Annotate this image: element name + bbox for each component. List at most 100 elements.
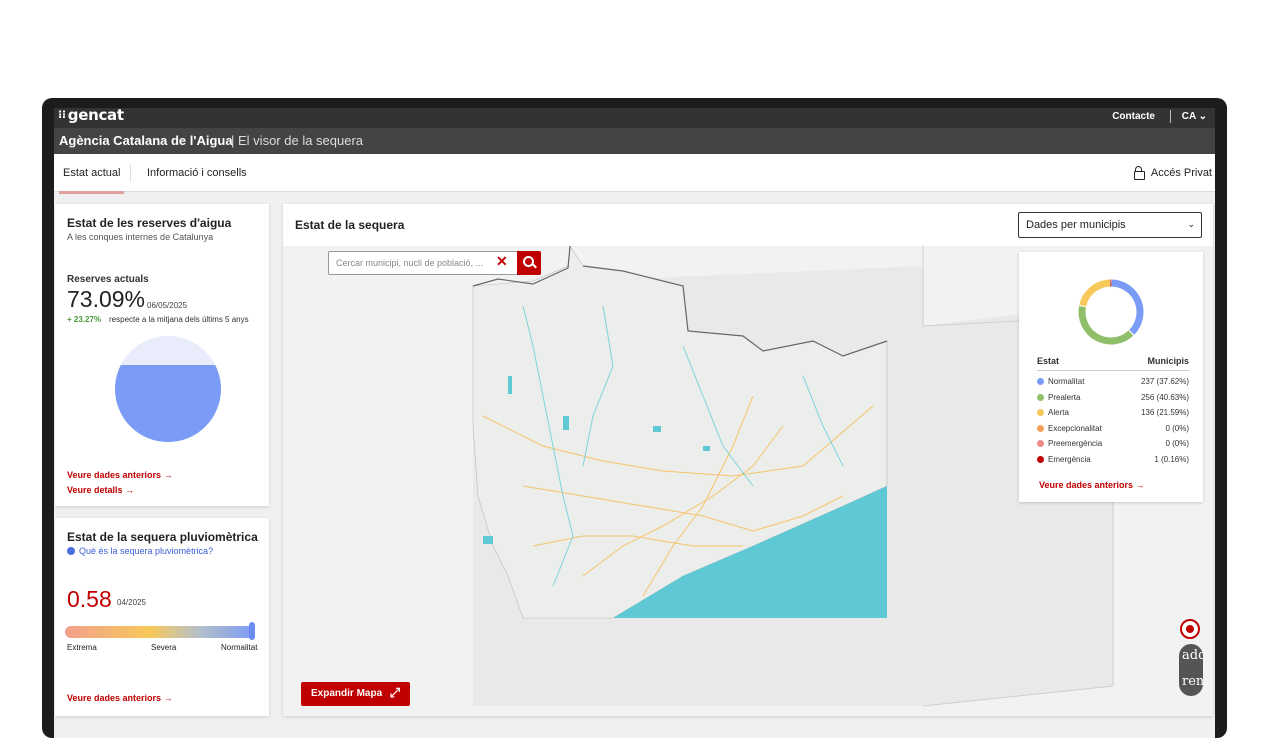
arrow-right-icon: → bbox=[1136, 480, 1145, 490]
title-bar: Agència Catalana de l'Aigua | El visor d… bbox=[54, 128, 1215, 154]
legend-divider bbox=[1037, 370, 1189, 371]
rain-drought-card: Estat de la sequera pluviomètrica Què és… bbox=[55, 518, 269, 716]
legend-row: Excepcionalitat 0 (0%) bbox=[1037, 423, 1189, 437]
legend-row: Emergència1 (0.16%) bbox=[1037, 454, 1189, 468]
language-label: CA bbox=[1182, 111, 1196, 122]
map-card: Estat de la sequera Dades per municipis ⌄ bbox=[283, 204, 1213, 716]
rain-scale-marker bbox=[249, 622, 255, 640]
legend-col-municipalities: Municipis bbox=[1147, 356, 1189, 366]
search-input[interactable]: Cercar municipi, nucli de població, ... bbox=[328, 251, 518, 275]
language-selector[interactable]: CA ⌄ bbox=[1182, 111, 1207, 122]
reserves-title: Estat de les reserves d'aigua bbox=[67, 216, 231, 230]
legend-panel: Estat Municipis Normalitat 237 (37.62%) Pr… bbox=[1019, 252, 1203, 502]
tab-informacio-consells[interactable]: Informació i consells bbox=[147, 167, 247, 179]
legend-dot bbox=[1037, 378, 1044, 385]
browser-screen: ⁝⁝gencat Contacte CA ⌄ Agència Catalana … bbox=[54, 108, 1215, 738]
reserves-subtitle: A les conques internes de Catalunya bbox=[67, 232, 213, 242]
title-separator: | bbox=[231, 133, 234, 148]
legend-name: Prealerta bbox=[1048, 393, 1080, 402]
reserves-previous-label: Veure dades anteriors bbox=[67, 470, 161, 480]
legend-col-state: Estat bbox=[1037, 356, 1059, 366]
reserves-water-fill bbox=[115, 365, 221, 442]
locate-me-button[interactable] bbox=[1180, 619, 1200, 639]
top-separator bbox=[1170, 110, 1171, 123]
donut-slice-alerta bbox=[1083, 283, 1110, 306]
state-donut-chart bbox=[1069, 270, 1153, 354]
legend-dot bbox=[1037, 425, 1044, 432]
legend-value: 256 (40.63%) bbox=[1141, 393, 1189, 402]
logo-text: gencat bbox=[68, 108, 124, 124]
legend-value: 0 (0%) bbox=[1165, 424, 1189, 433]
legend-previous-link[interactable]: Veure dades anteriors → bbox=[1039, 480, 1145, 490]
nav-separator bbox=[130, 164, 131, 182]
chevron-down-icon: ⌄ bbox=[1199, 111, 1207, 122]
search-button[interactable] bbox=[517, 251, 541, 275]
gencat-logo[interactable]: ⁝⁝gencat bbox=[58, 108, 124, 124]
legend-value: 237 (37.62%) bbox=[1141, 377, 1189, 386]
legend-name: Emergència bbox=[1048, 455, 1091, 464]
legend-name: Preemergència bbox=[1048, 439, 1102, 448]
map-area[interactable]: Cercar municipi, nucli de població, ... … bbox=[283, 246, 1213, 716]
legend-name: Alerta bbox=[1048, 408, 1069, 417]
map-title: Estat de la sequera bbox=[295, 218, 404, 232]
zoom-in-button[interactable]: add bbox=[1182, 648, 1203, 663]
reserves-change: + 23.27% bbox=[67, 315, 101, 324]
rain-previous-link[interactable]: Veure dades anteriors → bbox=[67, 693, 173, 703]
rain-info-label: Què és la sequera pluviomètrica? bbox=[79, 546, 213, 556]
data-type-select[interactable]: Dades per municipis ⌄ bbox=[1018, 212, 1202, 238]
arrow-right-icon: → bbox=[164, 693, 173, 703]
legend-dot bbox=[1037, 409, 1044, 416]
rain-previous-label: Veure dades anteriors bbox=[67, 693, 161, 703]
legend-name: Normalitat bbox=[1048, 377, 1084, 386]
rain-scale-mid: Severa bbox=[151, 643, 176, 652]
legend-row: Preemergència 0 (0%) bbox=[1037, 438, 1189, 452]
zoom-control: add remove bbox=[1179, 644, 1203, 696]
reserves-current-label: Reserves actuals bbox=[67, 274, 149, 285]
clear-search-icon[interactable]: ✕ bbox=[496, 254, 508, 268]
expand-map-label: Expandir Mapa bbox=[311, 688, 382, 699]
contact-link[interactable]: Contacte bbox=[1112, 111, 1155, 122]
legend-value: 136 (21.59%) bbox=[1141, 408, 1189, 417]
legend-value: 0 (0%) bbox=[1165, 439, 1189, 448]
expand-map-button[interactable]: Expandir Mapa ⤢ bbox=[301, 682, 410, 706]
arrow-right-icon: → bbox=[164, 470, 173, 480]
private-access-label: Accés Privat bbox=[1151, 167, 1212, 179]
legend-row: Prealerta 256 (40.63%) bbox=[1037, 392, 1189, 406]
rain-value: 0.58 bbox=[67, 586, 112, 613]
private-access-link[interactable]: Accés Privat bbox=[1134, 166, 1212, 179]
rain-date: 04/2025 bbox=[117, 598, 146, 607]
legend-row: Alerta 136 (21.59%) bbox=[1037, 407, 1189, 421]
app-title: | El visor de la sequera bbox=[231, 133, 363, 148]
agency-name[interactable]: Agència Catalana de l'Aigua bbox=[59, 133, 233, 148]
tab-estat-actual[interactable]: Estat actual bbox=[63, 167, 120, 179]
chevron-down-icon: ⌄ bbox=[1187, 219, 1195, 230]
reserves-change-desc: respecte a la mitjana dels últims 5 anys bbox=[109, 315, 249, 324]
reserves-gauge bbox=[115, 336, 221, 442]
donut-slice-normalitat bbox=[1112, 283, 1140, 332]
legend-name: Excepcionalitat bbox=[1048, 424, 1102, 433]
rain-title: Estat de la sequera pluviomètrica bbox=[67, 530, 258, 544]
select-value: Dades per municipis bbox=[1026, 219, 1126, 231]
device-frame: ⁝⁝gencat Contacte CA ⌄ Agència Catalana … bbox=[42, 98, 1227, 738]
expand-arrows-icon: ⤢ bbox=[390, 685, 400, 701]
rain-scale-high: Normalitat bbox=[221, 643, 257, 652]
legend-previous-label: Veure dades anteriors bbox=[1039, 480, 1133, 490]
legend-row: Normalitat 237 (37.62%) bbox=[1037, 376, 1189, 390]
reserves-date: 06/05/2025 bbox=[147, 301, 187, 310]
legend-dot bbox=[1037, 394, 1044, 401]
top-bar: ⁝⁝gencat Contacte CA ⌄ bbox=[54, 108, 1215, 128]
donut-slice-prealerta bbox=[1082, 307, 1131, 341]
arrow-right-icon: → bbox=[125, 485, 134, 495]
app-title-text: El visor de la sequera bbox=[238, 133, 363, 148]
info-icon bbox=[67, 547, 75, 555]
rain-info-link[interactable]: Què és la sequera pluviomètrica? bbox=[67, 546, 213, 556]
zoom-out-button[interactable]: remove bbox=[1182, 674, 1203, 689]
legend-dot bbox=[1037, 440, 1044, 447]
legend-dot bbox=[1037, 456, 1044, 463]
lock-icon bbox=[1134, 166, 1143, 178]
rain-scale-bar bbox=[65, 626, 255, 638]
reserves-previous-link[interactable]: Veure dades anteriors → bbox=[67, 470, 173, 480]
logo-dots-icon: ⁝⁝ bbox=[58, 108, 66, 121]
main-nav: Estat actual Informació i consells Accés… bbox=[54, 154, 1215, 192]
reserves-details-link[interactable]: Veure detalls → bbox=[67, 485, 134, 495]
